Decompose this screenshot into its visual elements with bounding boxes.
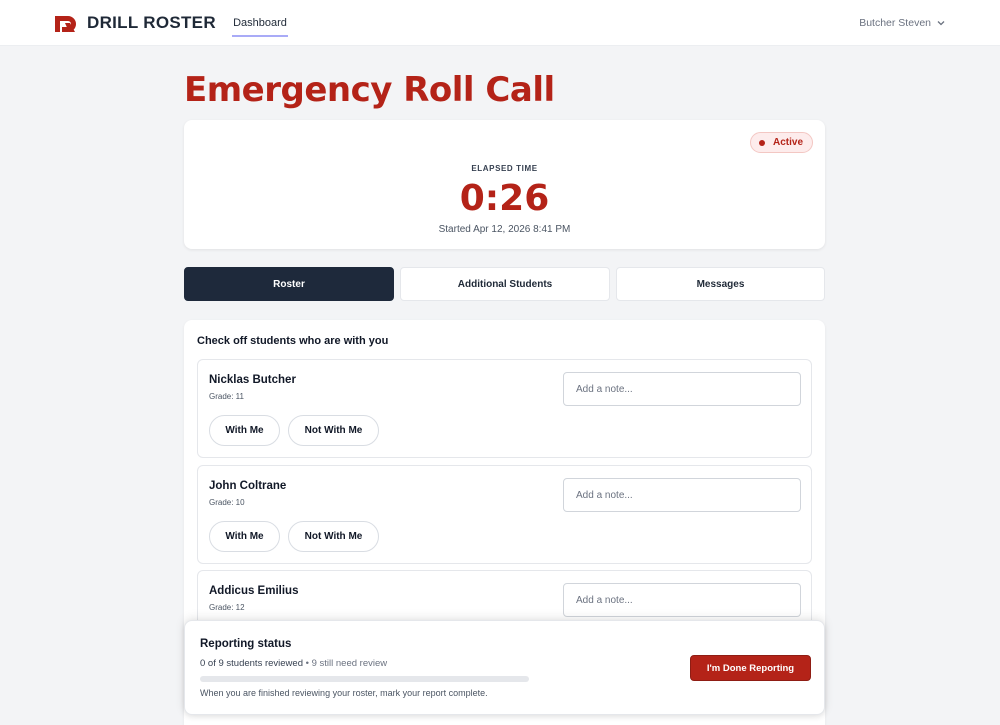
reporting-counts: 0 of 9 students reviewed • 9 still need …: [200, 658, 387, 669]
status-badge-label: Active: [772, 137, 803, 148]
tab-messages[interactable]: Messages: [616, 267, 825, 301]
review-progress-bar: [200, 676, 529, 682]
brand-logo[interactable]: DRILL ROSTER: [53, 12, 216, 34]
page-title: Emergency Roll Call: [184, 70, 555, 110]
tab-roster[interactable]: Roster: [184, 267, 394, 301]
student-name: Addicus Emilius: [209, 585, 299, 597]
nav-tab-dashboard[interactable]: Dashboard: [232, 0, 288, 46]
with-me-button[interactable]: With Me: [209, 415, 280, 446]
status-badge: Active: [749, 132, 813, 153]
student-note-input[interactable]: [563, 478, 801, 512]
started-timestamp: Started Apr 12, 2026 8:41 PM: [438, 224, 571, 235]
student-grade: Grade: 11: [209, 392, 244, 401]
student-name: Nicklas Butcher: [209, 374, 296, 386]
drill-roster-logo-icon: [55, 16, 76, 32]
with-me-button[interactable]: With Me: [209, 521, 280, 552]
student-card: John Coltrane Grade: 10 With Me Not With…: [197, 465, 812, 564]
elapsed-time-label: ELAPSED TIME: [471, 164, 538, 173]
student-grade: Grade: 10: [209, 498, 245, 507]
active-tab-indicator: [232, 35, 288, 37]
student-name: John Coltrane: [209, 480, 287, 492]
user-menu[interactable]: Butcher Steven: [859, 16, 945, 30]
student-note-input[interactable]: [563, 372, 801, 406]
not-with-me-button[interactable]: Not With Me: [288, 415, 379, 446]
count-separator: •: [305, 658, 309, 669]
tab-additional-students[interactable]: Additional Students: [400, 267, 610, 301]
reporting-status-title: Reporting status: [200, 638, 292, 650]
chevron-down-icon: [937, 21, 945, 26]
timer-card: Active ELAPSED TIME 0:26 Started Apr 12,…: [184, 120, 825, 249]
brand-name: DRILL ROSTER: [87, 13, 216, 32]
elapsed-time-value: 0:26: [459, 178, 550, 219]
remaining-count: 9 still need review: [311, 658, 388, 669]
student-grade: Grade: 12: [209, 603, 245, 612]
student-note-input[interactable]: [563, 583, 801, 617]
user-name: Butcher Steven: [859, 17, 931, 29]
reporting-status-card: Reporting status 0 of 9 students reviewe…: [184, 620, 825, 715]
student-card: Nicklas Butcher Grade: 11 With Me Not Wi…: [197, 359, 812, 458]
status-dot-icon: [758, 139, 765, 146]
done-reporting-button[interactable]: I'm Done Reporting: [690, 655, 811, 681]
reviewed-count: 0 of 9 students reviewed: [200, 658, 303, 669]
top-nav: DRILL ROSTER Dashboard Butcher Steven: [0, 0, 1000, 46]
reporting-hint: When you are finished reviewing your ros…: [200, 688, 488, 698]
not-with-me-button[interactable]: Not With Me: [288, 521, 379, 552]
roster-heading: Check off students who are with you: [197, 335, 389, 347]
